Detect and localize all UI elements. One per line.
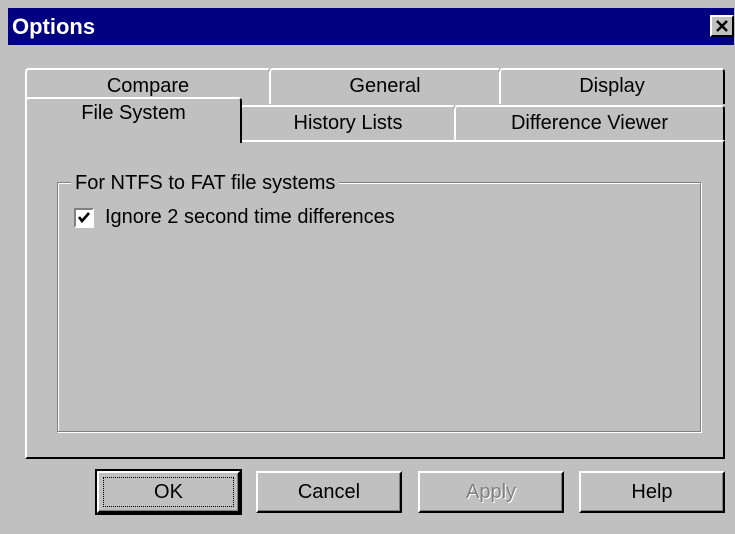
cancel-button-label: Cancel [297,481,361,503]
options-dialog: Options Compare General Display History … [0,0,735,534]
tab-history-lists-label: History Lists [293,112,403,134]
tab-history-lists[interactable]: History Lists [240,105,456,141]
title-bar[interactable]: Options [8,8,734,45]
ignore-time-diff-checkbox[interactable] [74,208,94,228]
apply-button[interactable]: Apply [418,471,564,513]
cancel-button[interactable]: Cancel [256,471,402,513]
groupbox-label: For NTFS to FAT file systems [71,172,340,195]
tab-compare-label: Compare [106,75,190,97]
tab-difference-viewer-label: Difference Viewer [510,112,669,134]
tab-general-label: General [349,75,421,97]
checkmark-icon [77,212,90,224]
help-button-label: Help [631,481,673,503]
tab-display[interactable]: Display [499,68,725,104]
ok-button[interactable]: OK [95,469,242,515]
close-icon [716,20,728,32]
window-title: Options [12,14,96,39]
tab-panel-file-system: For NTFS to FAT file systems Ignore 2 se… [25,140,725,459]
tab-general[interactable]: General [269,68,501,104]
tab-display-label: Display [579,75,645,97]
tab-file-system-label: File System [81,102,186,124]
tab-difference-viewer[interactable]: Difference Viewer [454,105,725,141]
ignore-time-diff-label: Ignore 2 second time differences [105,206,395,228]
tab-file-system[interactable]: File System [25,97,242,143]
close-button[interactable] [710,15,734,37]
focus-rect [103,477,234,507]
help-button[interactable]: Help [579,471,725,513]
apply-button-label: Apply [465,481,517,503]
